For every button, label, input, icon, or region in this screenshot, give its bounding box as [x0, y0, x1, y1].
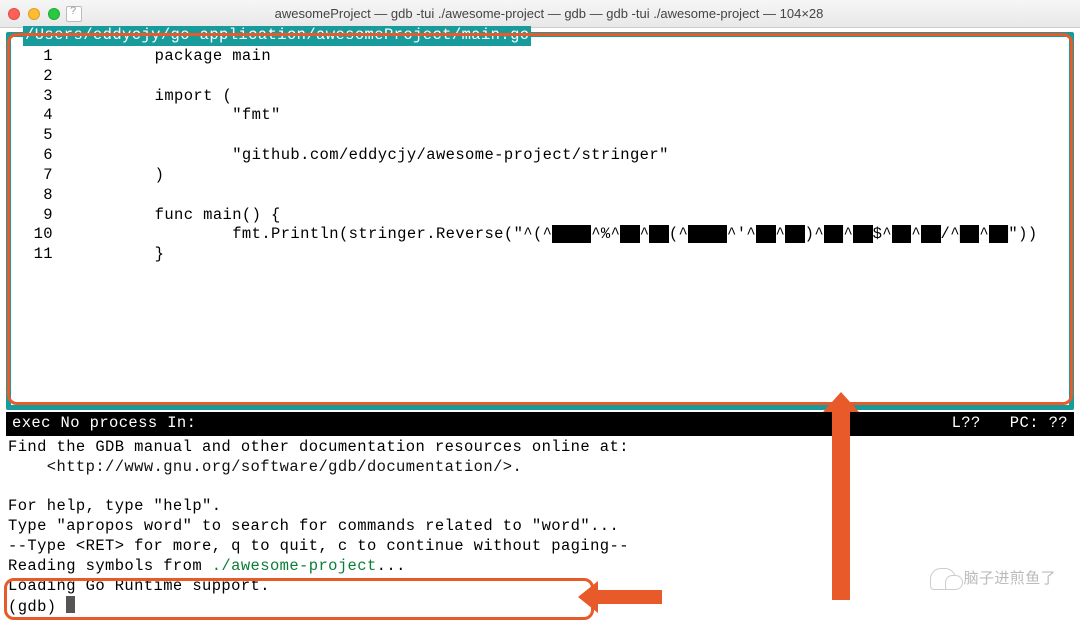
gdb-runtime-line: Loading Go Runtime support.: [8, 577, 270, 595]
source-line: 9 func main() {: [19, 206, 1061, 226]
traffic-lights: [8, 8, 60, 20]
tui-status-bar: exec No process In: L?? PC: ??: [6, 412, 1074, 436]
maximize-button[interactable]: [48, 8, 60, 20]
tui-source-frame: /Users/eddycjy/go-application/awesomePro…: [6, 32, 1074, 410]
source-line: 8: [19, 186, 1061, 206]
wechat-icon: [930, 568, 956, 590]
gdb-line: <http://www.gnu.org/software/gdb/documen…: [8, 458, 522, 476]
gdb-line: For help, type "help".: [8, 497, 221, 515]
watermark-text: 脑子进煎鱼了: [964, 569, 1056, 588]
gdb-prompt-line[interactable]: (gdb): [8, 598, 75, 616]
source-line: 4 "fmt": [19, 106, 1061, 126]
window-title: awesomeProject — gdb -tui ./awesome-proj…: [86, 6, 1072, 21]
annotation-arrow-symbols: [596, 590, 662, 604]
gdb-line: --Type <RET> for more, q to quit, c to c…: [8, 537, 629, 555]
source-line: 7 ): [19, 166, 1061, 186]
gdb-line: Find the GDB manual and other documentat…: [8, 438, 629, 456]
source-line: 6 "github.com/eddycjy/awesome-project/st…: [19, 146, 1061, 166]
source-pane[interactable]: 1 package main23 import (4 "fmt"56 "gith…: [11, 37, 1069, 265]
close-button[interactable]: [8, 8, 20, 20]
cursor: [66, 596, 75, 613]
gdb-output[interactable]: Find the GDB manual and other documentat…: [0, 436, 1080, 620]
document-icon: [66, 6, 82, 22]
source-path-label: /Users/eddycjy/go-application/awesomePro…: [23, 26, 531, 46]
source-line: 10 fmt.Println(stringer.Reverse("^(^████…: [19, 225, 1061, 245]
annotation-arrow-source: [832, 410, 850, 600]
terminal[interactable]: /Users/eddycjy/go-application/awesomePro…: [0, 28, 1080, 616]
gdb-line: Type "apropos word" to search for comman…: [8, 517, 619, 535]
source-line: 3 import (: [19, 87, 1061, 107]
status-left: exec No process In:: [12, 414, 196, 434]
executable-path: ./awesome-project: [212, 557, 377, 575]
gdb-symbols-line: Reading symbols from ./awesome-project..…: [8, 557, 406, 575]
minimize-button[interactable]: [28, 8, 40, 20]
watermark: 脑子进煎鱼了: [930, 568, 1056, 590]
source-line: 11 }: [19, 245, 1061, 265]
source-line: 2: [19, 67, 1061, 87]
source-line: 1 package main: [19, 47, 1061, 67]
window-titlebar: awesomeProject — gdb -tui ./awesome-proj…: [0, 0, 1080, 28]
source-line: 5: [19, 126, 1061, 146]
status-right: L?? PC: ??: [952, 414, 1068, 434]
